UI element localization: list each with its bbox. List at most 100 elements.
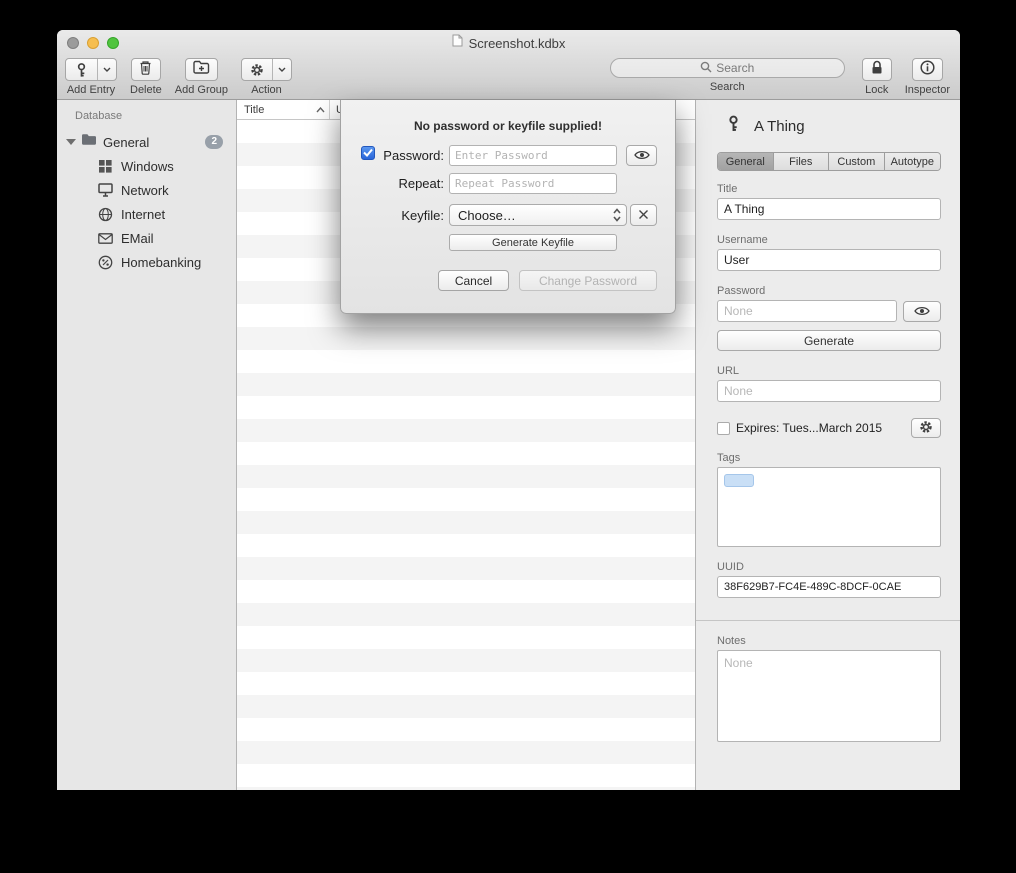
- eye-icon: [914, 304, 930, 319]
- sidebar-item-label: Windows: [121, 159, 174, 174]
- window-chrome: Screenshot.kdbx Add Entry: [57, 30, 960, 100]
- tag-chip[interactable]: [724, 474, 754, 487]
- minimize-button[interactable]: [87, 37, 99, 49]
- password-label: Password: [717, 285, 941, 297]
- inspector-button[interactable]: [912, 58, 943, 81]
- notes-label: Notes: [717, 635, 941, 647]
- change-password-button[interactable]: Change Password: [519, 270, 657, 291]
- notes-field[interactable]: None: [717, 650, 941, 742]
- app-window: Screenshot.kdbx Add Entry: [57, 30, 960, 790]
- add-group-button[interactable]: [185, 58, 218, 81]
- search-input[interactable]: Search: [610, 58, 845, 78]
- sheet-password-input[interactable]: [449, 145, 617, 166]
- disclosure-triangle-icon[interactable]: [66, 139, 76, 145]
- cancel-button[interactable]: Cancel: [438, 270, 509, 291]
- column-header-title[interactable]: Title: [237, 100, 330, 119]
- check-icon: [363, 144, 373, 162]
- expires-label: Expires: Tues...March 2015: [736, 421, 882, 435]
- search-icon: [700, 61, 712, 76]
- uuid-label: UUID: [717, 561, 941, 573]
- clear-keyfile-button[interactable]: [630, 204, 657, 226]
- document-icon: [452, 34, 463, 52]
- sidebar-section-header: Database: [57, 108, 236, 130]
- sidebar-item-windows[interactable]: Windows: [57, 154, 236, 178]
- sidebar-item-label: Homebanking: [121, 255, 201, 270]
- search-placeholder: Search: [716, 61, 754, 75]
- url-label: URL: [717, 365, 941, 377]
- tab-autotype[interactable]: Autotype: [884, 153, 940, 170]
- sidebar-item-internet[interactable]: Internet: [57, 202, 236, 226]
- add-group-label: Add Group: [175, 84, 228, 96]
- sidebar-item-email[interactable]: EMail: [57, 226, 236, 250]
- username-field[interactable]: [717, 249, 941, 271]
- generate-keyfile-button[interactable]: Generate Keyfile: [449, 234, 617, 251]
- toolbar: Add Entry Delete Add Group: [57, 56, 960, 99]
- chevron-down-icon[interactable]: [97, 59, 116, 80]
- sheet-repeat-input[interactable]: [449, 173, 617, 194]
- gear-icon: [919, 420, 933, 437]
- notes-placeholder: None: [724, 656, 753, 670]
- sheet-password-label: Password:: [375, 148, 444, 163]
- add-entry-label: Add Entry: [67, 84, 115, 96]
- inspector-panel: A Thing General Files Custom Autotype Ti…: [695, 100, 960, 790]
- sidebar-item-label: EMail: [121, 231, 154, 246]
- close-button[interactable]: [67, 37, 79, 49]
- content-area: Database General 2 Windows Network: [57, 100, 960, 790]
- key-icon: [66, 62, 97, 78]
- internet-icon: [97, 207, 113, 222]
- title-label: Title: [717, 183, 941, 195]
- password-enabled-checkbox[interactable]: [361, 146, 375, 160]
- action-button[interactable]: [241, 58, 292, 81]
- delete-button[interactable]: [131, 58, 161, 81]
- password-field[interactable]: [717, 300, 897, 322]
- search-label: Search: [710, 81, 745, 93]
- tags-field[interactable]: [717, 467, 941, 547]
- tags-label: Tags: [717, 452, 941, 464]
- network-icon: [97, 183, 113, 197]
- title-field[interactable]: [717, 198, 941, 220]
- entry-count-badge: 2: [205, 135, 223, 149]
- add-entry-button[interactable]: [65, 58, 117, 81]
- info-icon: [920, 60, 935, 80]
- sheet-reveal-password-button[interactable]: [626, 145, 657, 166]
- lock-button[interactable]: [862, 58, 892, 81]
- expires-checkbox[interactable]: [717, 422, 730, 435]
- chevron-down-icon[interactable]: [272, 59, 291, 80]
- delete-label: Delete: [130, 84, 162, 96]
- trash-icon: [139, 60, 152, 80]
- keyfile-popup-button[interactable]: Choose…: [449, 204, 627, 226]
- sidebar-item-homebanking[interactable]: Homebanking: [57, 250, 236, 274]
- zoom-button[interactable]: [107, 37, 119, 49]
- inspector-label: Inspector: [905, 84, 950, 96]
- eye-icon: [634, 148, 650, 163]
- sidebar-item-label: Internet: [121, 207, 165, 222]
- homebanking-icon: [97, 255, 113, 270]
- reveal-password-button[interactable]: [903, 301, 941, 322]
- generate-password-button[interactable]: Generate: [717, 330, 941, 351]
- tab-general[interactable]: General: [718, 153, 773, 170]
- url-field[interactable]: [717, 380, 941, 402]
- expires-settings-button[interactable]: [911, 418, 941, 438]
- tab-files[interactable]: Files: [773, 153, 829, 170]
- lock-icon: [871, 60, 883, 80]
- traffic-lights: [67, 37, 119, 49]
- sort-ascending-icon: [316, 104, 325, 116]
- gear-icon: [242, 63, 272, 77]
- sidebar-group-label: General: [103, 135, 149, 150]
- sheet-keyfile-label: Keyfile:: [375, 208, 444, 223]
- uuid-field[interactable]: [717, 576, 941, 598]
- tab-custom[interactable]: Custom: [828, 153, 884, 170]
- titlebar: Screenshot.kdbx: [57, 30, 960, 56]
- keyfile-popup-value: Choose…: [458, 208, 516, 223]
- sidebar-group-general[interactable]: General 2: [57, 130, 236, 154]
- entry-title: A Thing: [754, 118, 805, 135]
- sidebar-item-network[interactable]: Network: [57, 178, 236, 202]
- sheet-message: No password or keyfile supplied!: [341, 119, 675, 133]
- window-title: Screenshot.kdbx: [469, 36, 566, 51]
- sidebar: Database General 2 Windows Network: [57, 100, 237, 790]
- lock-label: Lock: [865, 84, 888, 96]
- key-icon: [725, 114, 742, 138]
- popup-arrows-icon: [613, 208, 621, 222]
- inspector-tabs: General Files Custom Autotype: [717, 152, 941, 171]
- folder-icon: [81, 133, 97, 151]
